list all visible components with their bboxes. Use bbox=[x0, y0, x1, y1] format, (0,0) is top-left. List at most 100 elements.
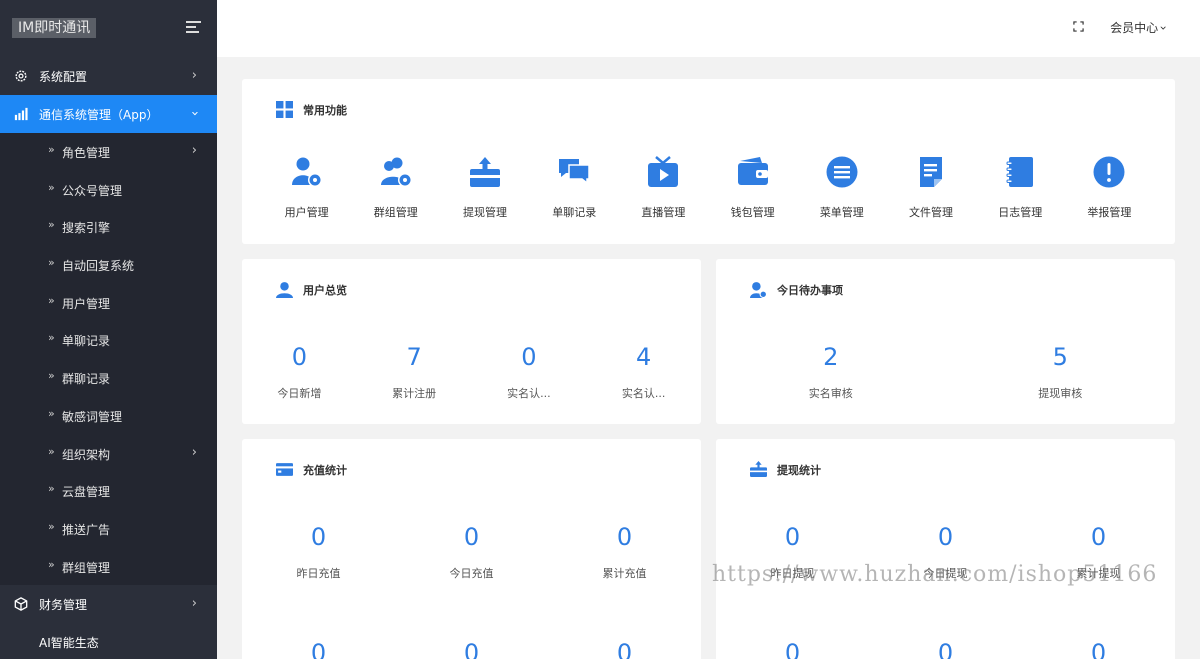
function-shortcut[interactable]: 文件管理 bbox=[886, 155, 975, 220]
submenu-item[interactable]: » 组织架构 › bbox=[0, 435, 217, 473]
submenu-item[interactable]: » 推送广告 bbox=[0, 510, 217, 548]
function-shortcut[interactable]: 举报管理 bbox=[1065, 155, 1154, 220]
submenu-item-label: 角色管理 bbox=[62, 146, 111, 160]
stat-value: 0 bbox=[521, 343, 537, 371]
double-chevron-icon: » bbox=[48, 143, 55, 156]
submenu-item-label: 敏感词管理 bbox=[62, 409, 123, 424]
top-header: 会员中心› bbox=[217, 0, 1200, 57]
chevron-right-icon: › bbox=[191, 444, 197, 460]
stat-label: 昨日提现 bbox=[770, 567, 815, 580]
function-shortcut[interactable]: 日志管理 bbox=[976, 155, 1065, 220]
submenu-item[interactable]: » 单聊记录 bbox=[0, 321, 217, 359]
submenu-item[interactable]: » 公众号管理 bbox=[0, 171, 217, 209]
stat-label: 今日提现 bbox=[923, 567, 968, 580]
submenu-item[interactable]: » 角色管理 › bbox=[0, 133, 217, 171]
stat-value: 5 bbox=[1052, 343, 1068, 371]
function-shortcut[interactable]: 提现管理 bbox=[440, 155, 529, 220]
group-gear-icon bbox=[380, 157, 412, 187]
sidebar-item-finance[interactable]: 财务管理 › bbox=[0, 585, 217, 623]
stat-value: 0 bbox=[616, 523, 633, 551]
user-gear-icon bbox=[750, 282, 767, 298]
submenu-item-label: 群组管理 bbox=[62, 560, 111, 575]
stat-item: 0 昨日充值 bbox=[242, 521, 395, 581]
double-chevron-icon: » bbox=[48, 256, 55, 270]
stat-item: 0 bbox=[869, 637, 1022, 659]
function-label: 文件管理 bbox=[909, 206, 954, 219]
user-overview-card: 用户总览 0 今日新增 7 累计注册 0 实名认... 4 实名认... bbox=[242, 259, 701, 424]
sidebar-item-system-config[interactable]: 系统配置 › bbox=[0, 57, 217, 95]
double-chevron-icon: » bbox=[48, 482, 55, 496]
user-stats: 0 今日新增 7 累计注册 0 实名认... 4 实名认... bbox=[242, 341, 701, 401]
member-center-button[interactable]: 会员中心› bbox=[1110, 19, 1170, 36]
chat-icon bbox=[559, 159, 590, 185]
withdraw-stats: 0 昨日提现 0 今日提现 0 累计提现 bbox=[716, 521, 1175, 581]
submenu-item-label: 组织架构 bbox=[62, 447, 111, 462]
function-grid: 用户管理 群组管理 提现管理 单聊记录 直播管理 钱包管理 菜单管理 文件管理 日志管理 举报管理 bbox=[262, 155, 1154, 220]
function-label: 用户管理 bbox=[284, 206, 329, 219]
card-title-text: 常用功能 bbox=[303, 103, 347, 117]
submenu-item[interactable]: » 云盘管理 bbox=[0, 472, 217, 510]
wallet-icon bbox=[737, 157, 768, 185]
stat-label: 今日充值 bbox=[449, 567, 494, 580]
submenu-item-label: 公众号管理 bbox=[62, 183, 123, 198]
card-title-text: 充值统计 bbox=[303, 463, 347, 477]
function-label: 日志管理 bbox=[998, 206, 1043, 219]
submenu-item-label: 推送广告 bbox=[62, 522, 111, 537]
menu-list-icon bbox=[826, 156, 858, 188]
stat-item: 0 bbox=[242, 637, 395, 659]
submenu-item-label: 云盘管理 bbox=[62, 485, 111, 500]
stat-item: 0 累计充值 bbox=[548, 521, 701, 581]
double-chevron-icon: » bbox=[48, 406, 55, 420]
sidebar-item-ai[interactable]: AI智能生态 bbox=[0, 623, 217, 659]
function-shortcut[interactable]: 用户管理 bbox=[262, 155, 351, 220]
stat-item: 0 bbox=[395, 637, 548, 659]
function-label: 提现管理 bbox=[463, 206, 507, 219]
stat-item: 0 bbox=[716, 637, 869, 659]
card-payment-icon bbox=[276, 463, 293, 476]
fullscreen-icon[interactable] bbox=[1073, 21, 1084, 32]
user-icon bbox=[276, 282, 293, 298]
stat-value: 0 bbox=[937, 523, 954, 551]
recharge-card: 充值统计 0 昨日充值 0 今日充值 0 累计充值 0 0 0 bbox=[242, 439, 701, 659]
brand: IM即时通讯 bbox=[0, 0, 217, 57]
sidebar-item-label: AI智能生态 bbox=[39, 636, 99, 651]
submenu-item[interactable]: » 自动回复系统 bbox=[0, 246, 217, 284]
chevron-down-icon: › bbox=[186, 110, 202, 117]
submenu-item[interactable]: » 用户管理 bbox=[0, 284, 217, 322]
stat-value: 0 bbox=[1090, 523, 1107, 551]
stat-value: 0 bbox=[310, 639, 327, 659]
double-chevron-icon: » bbox=[48, 444, 55, 458]
card-title-text: 今日待办事项 bbox=[777, 283, 843, 297]
withdraw-card: 提现统计 0 昨日提现 0 今日提现 0 累计提现 0 0 0 bbox=[716, 439, 1175, 659]
function-label: 直播管理 bbox=[641, 206, 686, 219]
stat-item: 5 提现审核 bbox=[946, 341, 1176, 401]
submenu-item-label: 群聊记录 bbox=[62, 372, 111, 387]
stat-value: 0 bbox=[937, 639, 954, 659]
stat-value: 0 bbox=[784, 523, 801, 551]
submenu-item[interactable]: » 群聊记录 bbox=[0, 359, 217, 397]
stat-label: 累计提现 bbox=[1076, 567, 1121, 580]
sidebar-item-label: 通信系统管理（App） bbox=[39, 108, 159, 122]
function-shortcut[interactable]: 单聊记录 bbox=[530, 155, 619, 220]
submenu-item-label: 单聊记录 bbox=[62, 334, 111, 349]
card-title: 充值统计 bbox=[276, 461, 347, 478]
sidebar-item-comm-mgmt[interactable]: 通信系统管理（App） › bbox=[0, 95, 217, 133]
function-shortcut[interactable]: 群组管理 bbox=[351, 155, 440, 220]
submenu-item[interactable]: » 搜索引擎 bbox=[0, 208, 217, 246]
withdraw-stats-row2: 0 0 0 bbox=[716, 637, 1175, 659]
function-label: 单聊记录 bbox=[552, 206, 597, 219]
function-shortcut[interactable]: 直播管理 bbox=[619, 155, 708, 220]
sidebar-toggle-icon[interactable] bbox=[186, 21, 201, 34]
submenu-item-label: 自动回复系统 bbox=[62, 259, 135, 274]
stat-item: 0 今日新增 bbox=[242, 341, 357, 401]
chevron-down-icon: › bbox=[1156, 25, 1171, 31]
stat-value: 0 bbox=[784, 639, 801, 659]
function-shortcut[interactable]: 菜单管理 bbox=[797, 155, 886, 220]
card-title: 用户总览 bbox=[276, 281, 347, 298]
submenu-item[interactable]: » 群组管理 bbox=[0, 548, 217, 586]
function-shortcut[interactable]: 钱包管理 bbox=[708, 155, 797, 220]
submenu-item[interactable]: » 敏感词管理 bbox=[0, 397, 217, 435]
recharge-stats-row2: 0 0 0 bbox=[242, 637, 701, 659]
user-gear-icon bbox=[291, 157, 322, 187]
grid-icon bbox=[276, 101, 293, 118]
